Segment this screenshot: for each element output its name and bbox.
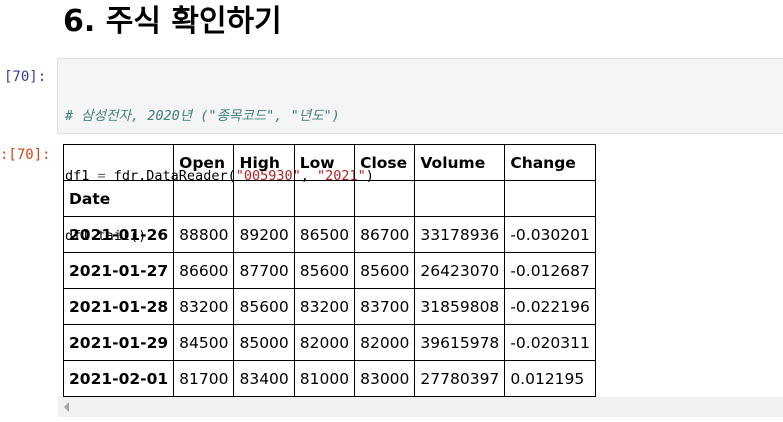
cell-close: 86700 — [354, 216, 416, 253]
row-date: 2021-01-26 — [62, 216, 175, 253]
table-row: 2021-02-01 81700 83400 81000 83000 27780… — [62, 360, 596, 397]
column-header-row: Open High Low Close Volume Change — [62, 144, 596, 181]
cell-low: 81000 — [293, 360, 356, 397]
cell-close: 85600 — [354, 252, 416, 289]
cell-open: 81700 — [173, 360, 235, 397]
cell-volume: 31859808 — [414, 288, 506, 325]
output-prompt: :[70]: — [0, 147, 51, 163]
table-row: 2021-01-28 83200 85600 83200 83700 31859… — [62, 288, 596, 325]
cell-change: -0.020311 — [504, 324, 596, 361]
cell-volume: 33178936 — [414, 216, 506, 253]
cell-high: 85000 — [233, 324, 295, 361]
column-header-open: Open — [173, 144, 235, 181]
empty-header-cell — [173, 180, 235, 217]
cell-open: 84500 — [173, 324, 235, 361]
cell-change: 0.012195 — [504, 360, 596, 397]
cell-open: 88800 — [173, 216, 235, 253]
table-row: 2021-01-29 84500 85000 82000 82000 39615… — [62, 324, 596, 361]
index-corner-cell — [62, 144, 175, 181]
horizontal-scrollbar[interactable] — [58, 397, 783, 417]
cell-high: 85600 — [233, 288, 295, 325]
cell-close: 82000 — [354, 324, 416, 361]
cell-low: 85600 — [293, 252, 356, 289]
column-header-change: Change — [504, 144, 596, 181]
row-date: 2021-01-28 — [62, 288, 175, 325]
column-header-close: Close — [354, 144, 416, 181]
cell-high: 87700 — [233, 252, 295, 289]
empty-header-cell — [293, 180, 356, 217]
code-comment: # 삼성전자, 2020년 ("종목코드", "년도") — [65, 108, 340, 124]
code-line-1: # 삼성전자, 2020년 ("종목코드", "년도") — [65, 106, 783, 126]
cell-open: 86600 — [173, 252, 235, 289]
column-header-volume: Volume — [414, 144, 506, 181]
cell-volume: 39615978 — [414, 324, 506, 361]
cell-high: 89200 — [233, 216, 295, 253]
empty-header-cell — [504, 180, 596, 217]
cell-open: 83200 — [173, 288, 235, 325]
row-date: 2021-02-01 — [62, 360, 175, 397]
cell-change: -0.012687 — [504, 252, 596, 289]
index-name-row: Date — [62, 180, 596, 217]
cell-volume: 26423070 — [414, 252, 506, 289]
column-header-high: High — [233, 144, 295, 181]
code-cell[interactable]: # 삼성전자, 2020년 ("종목코드", "년도") df1 = fdr.D… — [57, 58, 783, 244]
cell-change: -0.030201 — [504, 216, 596, 253]
row-date: 2021-01-27 — [62, 252, 175, 289]
cell-low: 82000 — [293, 324, 356, 361]
cell-volume: 27780397 — [414, 360, 506, 397]
notebook-heading: 6. 주식 확인하기 — [63, 4, 282, 39]
table-row: 2021-01-27 86600 87700 85600 85600 26423… — [62, 252, 596, 289]
cell-change: -0.022196 — [504, 288, 596, 325]
row-date: 2021-01-29 — [62, 324, 175, 361]
cell-high: 83400 — [233, 360, 295, 397]
index-name-header: Date — [62, 180, 175, 217]
empty-header-cell — [354, 180, 416, 217]
input-prompt: [70]: — [4, 69, 47, 85]
cell-low: 83200 — [293, 288, 356, 325]
empty-header-cell — [414, 180, 506, 217]
column-header-low: Low — [293, 144, 356, 181]
scroll-left-arrow-icon[interactable] — [64, 402, 69, 412]
cell-close: 83000 — [354, 360, 416, 397]
empty-header-cell — [233, 180, 295, 217]
cell-low: 86500 — [293, 216, 356, 253]
table-row: 2021-01-26 88800 89200 86500 86700 33178… — [62, 216, 596, 253]
dataframe-table: Open High Low Close Volume Change Date 2… — [62, 144, 596, 397]
cell-close: 83700 — [354, 288, 416, 325]
